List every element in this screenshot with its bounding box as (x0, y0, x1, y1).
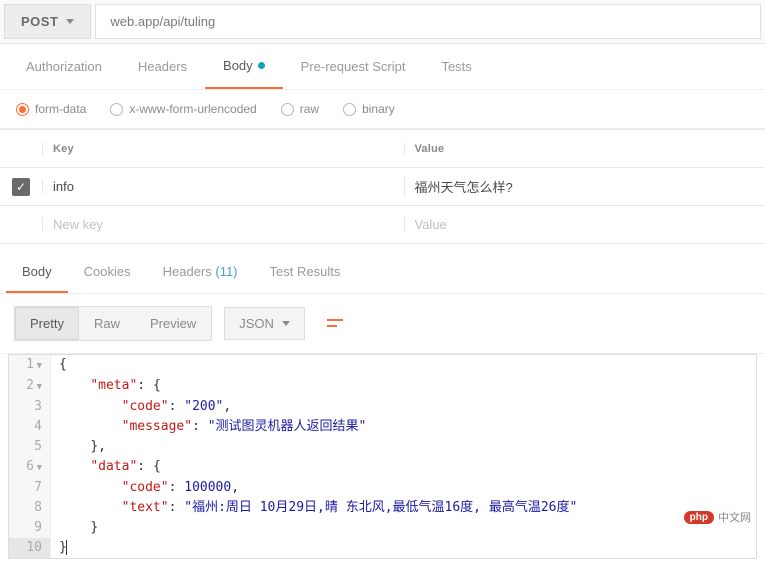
tab-pre-request-script[interactable]: Pre-request Script (283, 44, 424, 89)
text-cursor (66, 540, 67, 555)
line-number: 7 (9, 478, 51, 498)
response-format-select[interactable]: JSON (224, 307, 305, 340)
view-mode-raw[interactable]: Raw (79, 307, 135, 340)
header-value: Value (404, 143, 765, 155)
fold-toggle-icon[interactable]: ▼ (34, 356, 42, 376)
code-line: 3 "code": "200", (9, 397, 756, 417)
watermark-text: 中文网 (718, 509, 751, 525)
chevron-down-icon (282, 321, 290, 326)
fold-toggle-icon[interactable]: ▼ (34, 377, 42, 397)
table-header: Key Value (0, 129, 765, 167)
code-line: 1 ▼{ (9, 355, 756, 376)
line-number: 5 (9, 437, 51, 457)
view-mode-preview[interactable]: Preview (135, 307, 211, 340)
tab-authorization[interactable]: Authorization (8, 44, 120, 89)
body-type-form-data[interactable]: form-data (16, 102, 86, 116)
new-key-input[interactable]: New key (42, 217, 404, 232)
code-line: 6 ▼ "data": { (9, 457, 756, 478)
request-tabs: AuthorizationHeadersBodyPre-request Scri… (0, 44, 765, 90)
new-value-input[interactable]: Value (404, 217, 765, 232)
code-line: 4 "message": "测试图灵机器人返回结果" (9, 417, 756, 437)
body-type-raw[interactable]: raw (281, 102, 319, 116)
radio-icon (343, 103, 356, 116)
response-body-editor[interactable]: 1 ▼{2 ▼ "meta": {3 "code": "200",4 "mess… (8, 354, 757, 559)
radio-icon (16, 103, 29, 116)
code-line: 2 ▼ "meta": { (9, 376, 756, 397)
line-number: 9 (9, 518, 51, 538)
line-number: 1 ▼ (9, 355, 51, 376)
unsaved-indicator-icon (258, 62, 265, 69)
table-row: ✓ info 福州天气怎么样? (0, 167, 765, 205)
row-enabled-checkbox[interactable]: ✓ (12, 178, 30, 196)
line-number: 2 ▼ (9, 376, 51, 397)
wrap-lines-button[interactable] (319, 311, 351, 337)
view-mode-pretty[interactable]: Pretty (15, 307, 79, 340)
line-number: 10 (9, 538, 51, 558)
body-type-x-www-form-urlencoded[interactable]: x-www-form-urlencoded (110, 102, 256, 116)
line-number: 6 ▼ (9, 457, 51, 478)
radio-icon (110, 103, 123, 116)
body-type-row: form-data x-www-form-urlencoded raw binary (0, 90, 765, 129)
code-line: 9 } (9, 518, 756, 538)
chevron-down-icon (66, 19, 74, 24)
response-tab-headers[interactable]: Headers (11) (147, 252, 254, 293)
radio-icon (281, 103, 294, 116)
http-method-select[interactable]: POST (4, 4, 91, 39)
tab-body[interactable]: Body (205, 44, 283, 89)
fold-toggle-icon[interactable]: ▼ (34, 458, 42, 478)
param-key-input[interactable]: info (42, 179, 404, 194)
response-tab-test-results[interactable]: Test Results (254, 252, 357, 293)
code-line: 8 "text": "福州:周日 10月29日,晴 东北风,最低气温16度, 最… (9, 498, 756, 518)
body-type-binary[interactable]: binary (343, 102, 395, 116)
header-count-badge: (11) (212, 264, 238, 279)
request-url-input[interactable]: web.app/api/tuling (95, 4, 761, 39)
param-value-input[interactable]: 福州天气怎么样? (404, 177, 765, 196)
code-line: 10} (9, 538, 756, 558)
response-tab-body[interactable]: Body (6, 252, 68, 293)
header-key: Key (42, 143, 404, 155)
tab-headers[interactable]: Headers (120, 44, 205, 89)
line-number: 3 (9, 397, 51, 417)
watermark: php 中文网 (684, 509, 751, 525)
http-method-label: POST (21, 14, 58, 29)
table-new-row: New key Value (0, 205, 765, 243)
line-number: 8 (9, 498, 51, 518)
response-tab-cookies[interactable]: Cookies (68, 252, 147, 293)
tab-tests[interactable]: Tests (423, 44, 489, 89)
watermark-badge: php (684, 511, 714, 524)
line-number: 4 (9, 417, 51, 437)
params-table: Key Value ✓ info 福州天气怎么样? New key Value (0, 129, 765, 244)
response-tabs: BodyCookiesHeaders (11)Test Results (0, 252, 765, 294)
wrap-icon (327, 317, 343, 331)
code-line: 5 }, (9, 437, 756, 457)
response-view-row: PrettyRawPreview JSON (0, 294, 765, 354)
code-line: 7 "code": 100000, (9, 478, 756, 498)
